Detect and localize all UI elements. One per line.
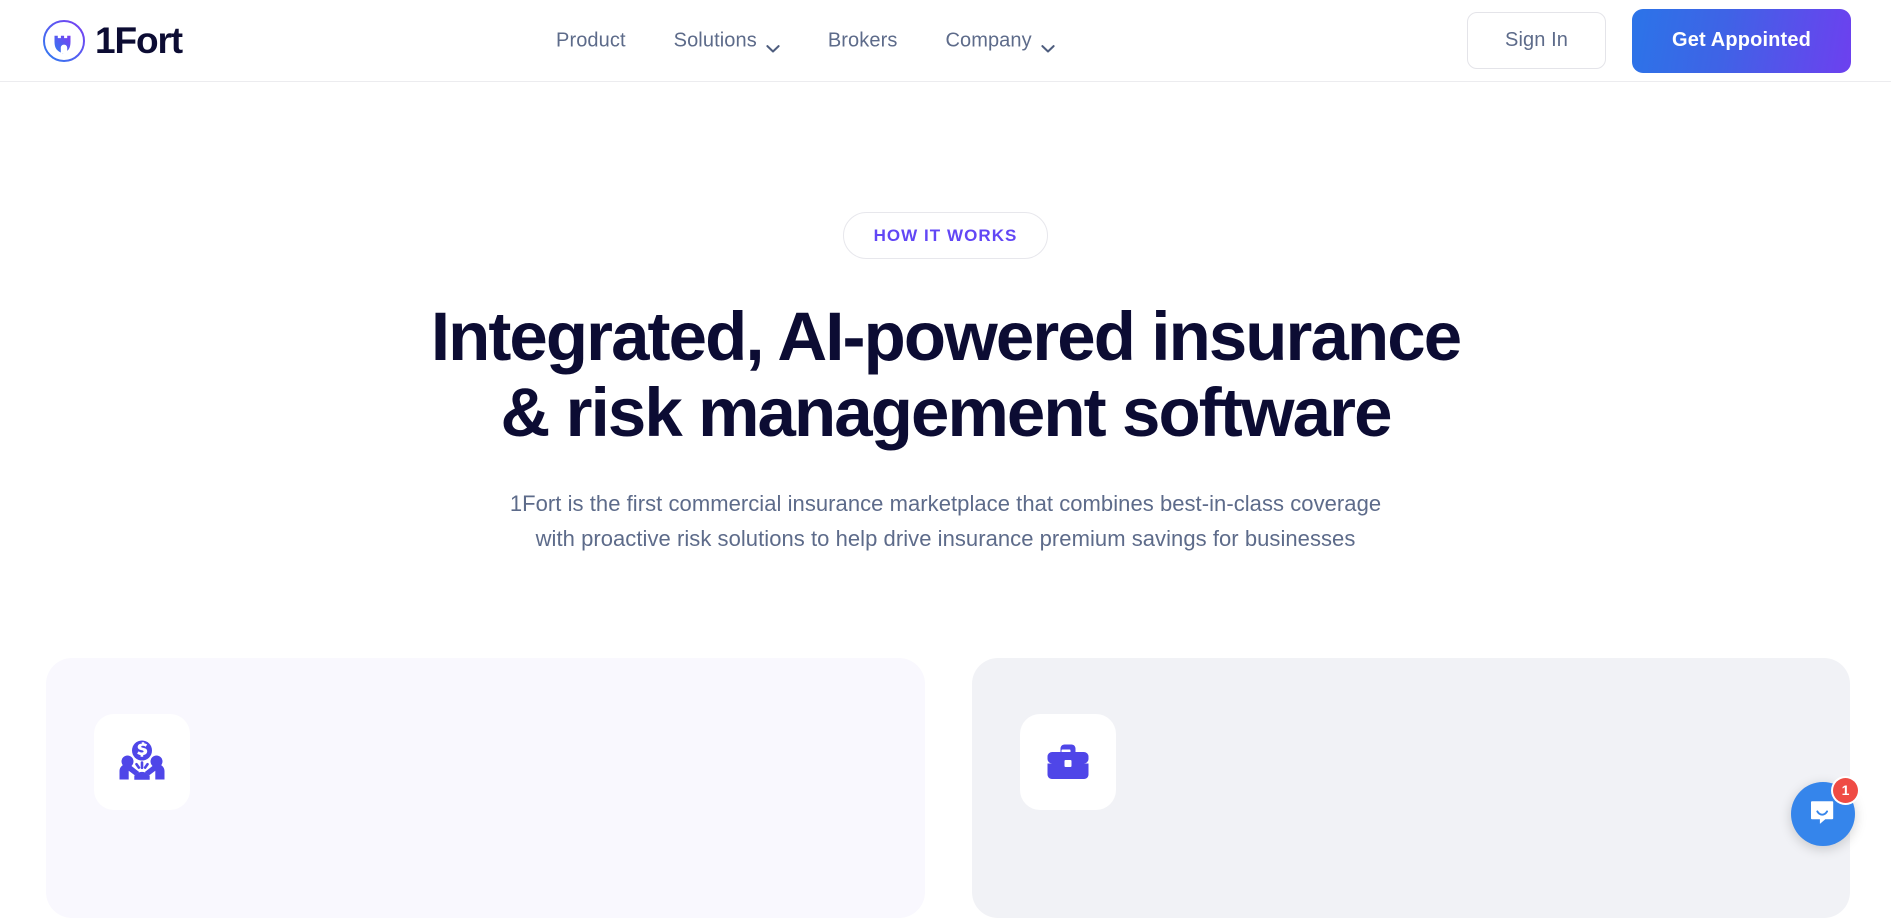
chat-unread-badge: 1 <box>1833 778 1858 803</box>
nav-item-label: Product <box>556 29 626 52</box>
nav-item-label: Brokers <box>828 29 898 52</box>
handshake-money-icon <box>114 734 170 790</box>
header-actions: Sign In Get Appointed <box>1467 9 1851 73</box>
brand-logo-link[interactable]: 1Fort <box>42 19 182 63</box>
nav-item-label: Solutions <box>674 29 757 52</box>
site-header: 1Fort Product Solutions Brokers Company <box>0 0 1891 82</box>
fort-castle-icon <box>42 19 86 63</box>
page-title-line-1: Integrated, AI-powered insurance <box>431 298 1460 375</box>
hero-section: HOW IT WORKS Integrated, AI-powered insu… <box>0 82 1891 557</box>
page-subtitle-line-1: 1Fort is the first commercial insurance … <box>510 491 1381 516</box>
get-appointed-button[interactable]: Get Appointed <box>1632 9 1851 73</box>
nav-item-brokers[interactable]: Brokers <box>828 25 898 56</box>
chevron-down-icon <box>1041 36 1055 45</box>
nav-item-company[interactable]: Company <box>945 25 1054 56</box>
feature-icon-tile <box>1020 714 1116 810</box>
page-subtitle: 1Fort is the first commercial insurance … <box>0 486 1891 557</box>
page-title: Integrated, AI-powered insurance & risk … <box>0 299 1891 451</box>
how-it-works-badge[interactable]: HOW IT WORKS <box>843 212 1049 259</box>
page-subtitle-line-2: with proactive risk solutions to help dr… <box>536 526 1356 551</box>
main-navigation: Product Solutions Brokers Company <box>556 25 1055 56</box>
chat-launcher-button[interactable]: 1 <box>1791 782 1855 846</box>
feature-card-insurance[interactable] <box>46 658 925 918</box>
briefcase-icon <box>1040 734 1096 790</box>
nav-item-product[interactable]: Product <box>556 25 626 56</box>
page-title-line-2: & risk management software <box>500 374 1390 451</box>
feature-card-brokers[interactable] <box>972 658 1851 918</box>
brand-name: 1Fort <box>95 22 182 59</box>
chat-bubble-smile-icon <box>1808 798 1838 831</box>
sign-in-button[interactable]: Sign In <box>1467 12 1606 69</box>
nav-item-label: Company <box>945 29 1031 52</box>
feature-icon-tile <box>94 714 190 810</box>
feature-cards-row <box>46 658 1850 918</box>
nav-item-solutions[interactable]: Solutions <box>674 25 780 56</box>
chevron-down-icon <box>766 36 780 45</box>
